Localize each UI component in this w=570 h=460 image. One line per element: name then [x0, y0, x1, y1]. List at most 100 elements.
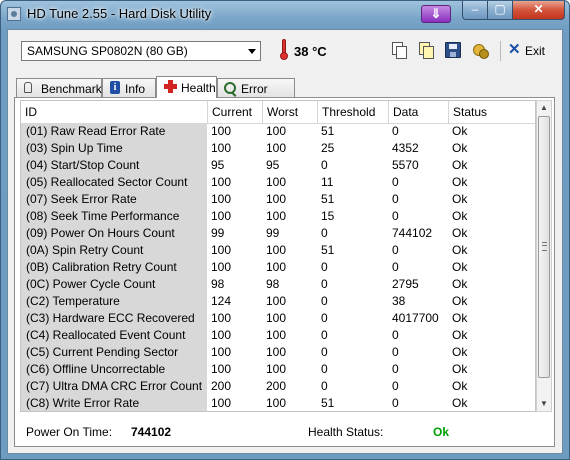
cell-status: Ok [452, 328, 468, 342]
cell-threshold: 25 [321, 141, 335, 155]
cell-current: 100 [211, 345, 232, 359]
tab-benchmark[interactable]: Benchmark [16, 78, 102, 97]
cell-status: Ok [452, 362, 468, 376]
cell-worst: 98 [266, 277, 280, 291]
cell-worst: 100 [266, 328, 287, 342]
cell-data: 4017700 [392, 311, 439, 325]
cell-id: (03) Spin Up Time [21, 140, 207, 157]
cell-data: 0 [392, 124, 399, 138]
cell-current: 200 [211, 379, 232, 393]
cell-current: 99 [211, 226, 225, 240]
save-icon[interactable] [445, 42, 461, 58]
copy-icon[interactable] [391, 42, 407, 59]
cell-worst: 100 [266, 294, 287, 308]
thermometer-icon [280, 39, 288, 61]
cell-data: 0 [392, 260, 399, 274]
health-summary: Power On Time: 744102 Health Status: Ok [15, 420, 556, 440]
column-header-status[interactable]: Status [449, 101, 535, 123]
table-row[interactable]: (03) Spin Up Time 100 100 25 4352 Ok [21, 140, 535, 157]
cell-threshold: 51 [321, 192, 335, 206]
tab-health[interactable]: Health [156, 76, 217, 98]
table-row[interactable]: (04) Start/Stop Count 95 95 0 5570 Ok [21, 157, 535, 174]
temperature-readout: 38 °C [294, 44, 327, 59]
power-on-time-label: Power On Time: [26, 425, 113, 439]
copy-all-icon[interactable] [418, 42, 434, 59]
minimize-button[interactable]: – [462, 1, 488, 20]
cell-current: 100 [211, 396, 232, 410]
health-status-value: Ok [433, 425, 450, 439]
cell-worst: 95 [266, 158, 280, 172]
column-header-worst[interactable]: Worst [263, 101, 318, 123]
app-icon[interactable] [7, 7, 21, 21]
cell-data: 0 [392, 379, 399, 393]
cell-worst: 100 [266, 209, 287, 223]
cell-current: 98 [211, 277, 225, 291]
cell-threshold: 0 [321, 379, 328, 393]
cell-data: 0 [392, 362, 399, 376]
table-row[interactable]: (C2) Temperature 124 100 0 38 Ok [21, 293, 535, 310]
table-row[interactable]: (07) Seek Error Rate 100 100 51 0 Ok [21, 191, 535, 208]
cell-id: (0A) Spin Retry Count [21, 242, 207, 259]
cell-id: (0B) Calibration Retry Count [21, 259, 207, 276]
cell-threshold: 0 [321, 345, 328, 359]
cell-current: 95 [211, 158, 225, 172]
tab-error-scan[interactable]: Error Scan [217, 78, 295, 110]
cell-data: 0 [392, 209, 399, 223]
title-bar[interactable]: HD Tune 2.55 - Hard Disk Utility ⇓ – ▢ ✕ [1, 1, 569, 29]
table-row[interactable]: (C3) Hardware ECC Recovered 100 100 0 401770… [21, 310, 535, 327]
grip-icon [542, 242, 547, 251]
cell-id: (01) Raw Read Error Rate [21, 123, 207, 140]
column-header-data[interactable]: Data [389, 101, 449, 123]
bulb-icon [24, 82, 32, 93]
drive-select[interactable]: SAMSUNG SP0802N (80 GB) [21, 41, 261, 61]
cell-current: 100 [211, 243, 232, 257]
cell-status: Ok [452, 311, 468, 325]
table-row[interactable]: (09) Power On Hours Count 99 99 0 744102 Ok [21, 225, 535, 242]
download-icon[interactable]: ⇓ [421, 5, 451, 23]
close-button[interactable]: ✕ [513, 1, 565, 20]
cell-status: Ok [452, 158, 468, 172]
caption-buttons: – ▢ ✕ [462, 1, 565, 21]
options-icon[interactable] [472, 42, 489, 59]
cell-current: 100 [211, 192, 232, 206]
scroll-down-arrow-icon[interactable]: ▼ [537, 397, 551, 411]
table-row[interactable]: (C4) Reallocated Event Count 100 100 0 0 Ok [21, 327, 535, 344]
cell-id: (C3) Hardware ECC Recovered [21, 310, 207, 327]
cell-worst: 100 [266, 345, 287, 359]
table-row[interactable]: (01) Raw Read Error Rate 100 100 51 0 Ok [21, 123, 535, 140]
vertical-scrollbar[interactable]: ▲ ▼ [536, 100, 552, 412]
table-row[interactable]: (C7) Ultra DMA CRC Error Count 200 200 0 0 Ok [21, 378, 535, 395]
cell-data: 0 [392, 328, 399, 342]
table-row[interactable]: (08) Seek Time Performance 100 100 15 0 Ok [21, 208, 535, 225]
table-row[interactable]: (0B) Calibration Retry Count 100 100 0 0 Ok [21, 259, 535, 276]
power-on-time-value: 744102 [131, 425, 172, 439]
cell-threshold: 11 [321, 175, 334, 189]
scroll-up-arrow-icon[interactable]: ▲ [537, 101, 551, 115]
cell-worst: 100 [266, 192, 287, 206]
cell-current: 100 [211, 328, 232, 342]
table-row[interactable]: (0C) Power Cycle Count 98 98 0 2795 Ok [21, 276, 535, 293]
drive-select-value: SAMSUNG SP0802N (80 GB) [27, 44, 188, 58]
tab-info[interactable]: i Info [102, 78, 156, 97]
table-row[interactable]: (C5) Current Pending Sector 100 100 0 0 Ok [21, 344, 535, 361]
column-header-current[interactable]: Current [208, 101, 263, 123]
maximize-button[interactable]: ▢ [488, 1, 513, 20]
table-row[interactable]: (05) Reallocated Sector Count 100 100 11 0 Ok [21, 174, 535, 191]
table-row[interactable]: (0A) Spin Retry Count 100 100 51 0 Ok [21, 242, 535, 259]
column-header-id[interactable]: ID [21, 101, 208, 123]
smart-table[interactable]: ID Current Worst Threshold Data Status (… [20, 100, 536, 412]
cell-worst: 100 [266, 243, 287, 257]
cell-status: Ok [452, 243, 468, 257]
table-body: (01) Raw Read Error Rate 100 100 51 0 Ok (03) … [21, 123, 535, 411]
cell-id: (08) Seek Time Performance [21, 208, 207, 225]
table-row[interactable]: (C8) Write Error Rate 100 100 51 0 Ok [21, 395, 535, 411]
table-row[interactable]: (C6) Offline Uncorrectable 100 100 0 0 Ok [21, 361, 535, 378]
scrollbar-thumb[interactable] [538, 116, 550, 378]
cell-threshold: 0 [321, 260, 328, 274]
column-header-threshold[interactable]: Threshold [318, 101, 389, 123]
cell-status: Ok [452, 124, 468, 138]
cell-status: Ok [452, 141, 468, 155]
chevron-down-icon [248, 49, 256, 54]
cell-current: 100 [211, 260, 232, 274]
cell-id: (05) Reallocated Sector Count [21, 174, 207, 191]
